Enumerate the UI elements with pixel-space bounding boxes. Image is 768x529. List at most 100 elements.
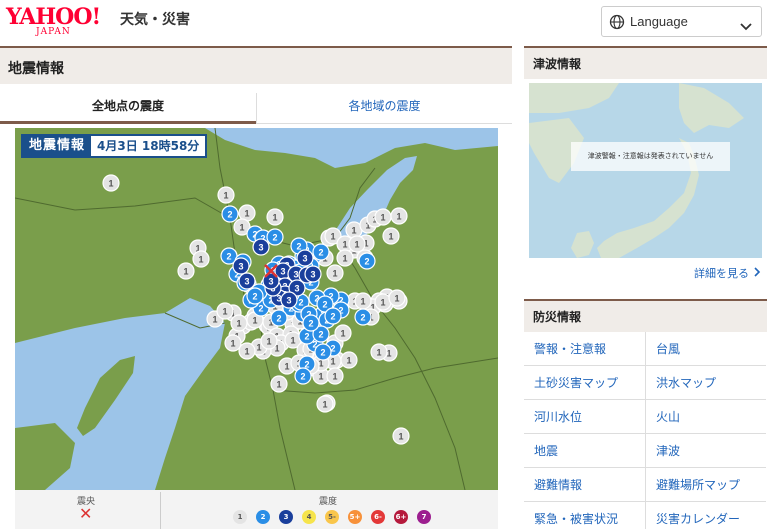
yahoo-japan-logo[interactable]: YAHOO! JAPAN — [6, 4, 120, 40]
svg-text:1: 1 — [284, 362, 289, 372]
logo-subtext: JAPAN — [36, 27, 71, 37]
intensity-marker-1: 1 — [217, 186, 235, 204]
svg-text:1: 1 — [332, 269, 337, 279]
svg-text:1: 1 — [212, 315, 217, 325]
svg-text:1: 1 — [354, 240, 359, 250]
svg-text:1: 1 — [340, 329, 345, 339]
svg-text:1: 1 — [276, 380, 281, 390]
globe-icon — [609, 14, 625, 34]
tab-by-region[interactable]: 各地域の震度 — [256, 93, 512, 124]
intensity-marker-2: 2 — [358, 252, 376, 270]
intensity-marker-3: 3 — [280, 291, 298, 309]
link-volcano[interactable]: 火山 — [645, 400, 766, 434]
intensity-marker-1: 1 — [382, 227, 400, 245]
intensity-marker-1: 1 — [316, 395, 334, 413]
tsunami-box: 津波情報 津波警報・注意報は発表されていません 詳細を見る — [524, 46, 767, 286]
chevron-down-icon — [740, 17, 752, 36]
svg-text:1: 1 — [290, 336, 295, 346]
tsunami-title: 津波情報 — [533, 57, 582, 71]
epicenter-icon: ✕ — [79, 504, 93, 523]
disaster-title-bar: 防災情報 — [524, 299, 767, 332]
link-evacuation-info[interactable]: 避難情報 — [524, 468, 645, 502]
svg-text:1: 1 — [330, 232, 335, 242]
intensity-marker-1: 1 — [334, 324, 352, 342]
page-title: 地震情報 — [8, 61, 64, 77]
intensity-marker-1: 1 — [326, 264, 344, 282]
map-badge-title: 地震情報 — [29, 138, 86, 153]
chevron-right-icon — [753, 267, 761, 280]
earthquake-panel: 地震情報 全地点の震度 各地域の震度 111111111111111111111… — [0, 46, 512, 529]
svg-text:2: 2 — [308, 319, 313, 329]
map-badge-time: 4月3日 18時58分 — [91, 136, 206, 156]
intensity-marker-3: 3 — [232, 257, 250, 275]
intensity-marker-1: 1 — [224, 334, 242, 352]
intensity-marker-3: 3 — [252, 238, 270, 256]
tsunami-map[interactable]: 津波警報・注意報は発表されていません — [529, 83, 762, 258]
intensity-legend-5-: 5- — [325, 510, 339, 524]
svg-text:1: 1 — [222, 307, 227, 317]
link-flood-map[interactable]: 洪水マップ — [645, 366, 766, 400]
svg-text:3: 3 — [268, 277, 273, 287]
link-river-level[interactable]: 河川水位 — [524, 400, 645, 434]
intensity-marker-1: 1 — [102, 174, 120, 192]
link-earthquake[interactable]: 地震 — [524, 434, 645, 468]
intensity-scale: 1 2 3 4 5- 5+ 6- 6+ 7 — [233, 510, 431, 524]
intensity-marker-3: 3 — [296, 249, 314, 267]
legend-intensity-label: 震度 — [319, 497, 338, 507]
intensity-tabs: 全地点の震度 各地域の震度 — [0, 93, 512, 124]
svg-text:2: 2 — [226, 252, 231, 262]
intensity-marker-1: 1 — [326, 367, 344, 385]
svg-text:1: 1 — [342, 240, 347, 250]
intensity-marker-1: 1 — [270, 375, 288, 393]
intensity-marker-2: 2 — [314, 343, 332, 361]
svg-text:1: 1 — [230, 339, 235, 349]
link-typhoon[interactable]: 台風 — [645, 332, 766, 366]
intensity-marker-2: 2 — [312, 243, 330, 261]
link-disaster-calendar[interactable]: 災害カレンダー — [645, 502, 766, 529]
intensity-marker-2: 2 — [354, 308, 372, 326]
intensity-marker-1: 1 — [374, 208, 392, 226]
svg-text:2: 2 — [360, 313, 365, 323]
svg-text:3: 3 — [258, 243, 263, 253]
intensity-marker-3: 3 — [238, 272, 256, 290]
svg-text:3: 3 — [293, 270, 298, 280]
intensity-marker-2: 2 — [294, 367, 312, 385]
intensity-legend-3: 3 — [279, 510, 293, 524]
svg-text:2: 2 — [364, 257, 369, 267]
svg-text:1: 1 — [332, 372, 337, 382]
svg-text:1: 1 — [380, 213, 385, 223]
svg-text:1: 1 — [394, 294, 399, 304]
link-tsunami[interactable]: 津波 — [645, 434, 766, 468]
svg-text:1: 1 — [272, 213, 277, 223]
tab-all-points[interactable]: 全地点の震度 — [0, 93, 256, 124]
svg-text:1: 1 — [244, 347, 249, 357]
intensity-legend-7: 7 — [417, 510, 431, 524]
svg-text:1: 1 — [388, 232, 393, 242]
intensity-marker-1: 1 — [266, 208, 284, 226]
link-landslide-map[interactable]: 土砂災害マップ — [524, 366, 645, 400]
svg-text:2: 2 — [252, 292, 257, 302]
earthquake-map[interactable]: 1111111111111111111111111111111111111111… — [15, 128, 498, 490]
svg-text:1: 1 — [342, 254, 347, 264]
link-warnings[interactable]: 警報・注意報 — [524, 332, 645, 366]
intensity-marker-3: 3 — [304, 265, 322, 283]
svg-text:1: 1 — [256, 343, 261, 353]
svg-text:3: 3 — [302, 254, 307, 264]
svg-text:3: 3 — [310, 270, 315, 280]
tsunami-more-link[interactable]: 詳細を見る — [694, 265, 761, 281]
svg-text:3: 3 — [280, 267, 285, 277]
svg-text:1: 1 — [376, 348, 381, 358]
link-evacuation-map[interactable]: 避難場所マップ — [645, 468, 766, 502]
map-legend: 震央 ✕ 震度 1 2 3 4 5- 5+ 6- 6+ 7 — [15, 490, 498, 529]
intensity-marker-2: 2 — [246, 287, 264, 305]
language-selector[interactable]: Language — [601, 6, 762, 37]
panel-title-bar: 地震情報 — [0, 46, 512, 84]
svg-text:2: 2 — [320, 348, 325, 358]
intensity-marker-1: 1 — [340, 351, 358, 369]
intensity-marker-2: 2 — [324, 307, 342, 325]
service-name[interactable]: 天気・災害 — [120, 9, 190, 29]
map-badge: 地震情報 4月3日 18時58分 — [21, 134, 208, 158]
tsunami-status-message: 津波警報・注意報は発表されていません — [571, 142, 730, 171]
intensity-legend-4: 4 — [302, 510, 316, 524]
link-emergency-status[interactable]: 緊急・被害状況 — [524, 502, 645, 529]
